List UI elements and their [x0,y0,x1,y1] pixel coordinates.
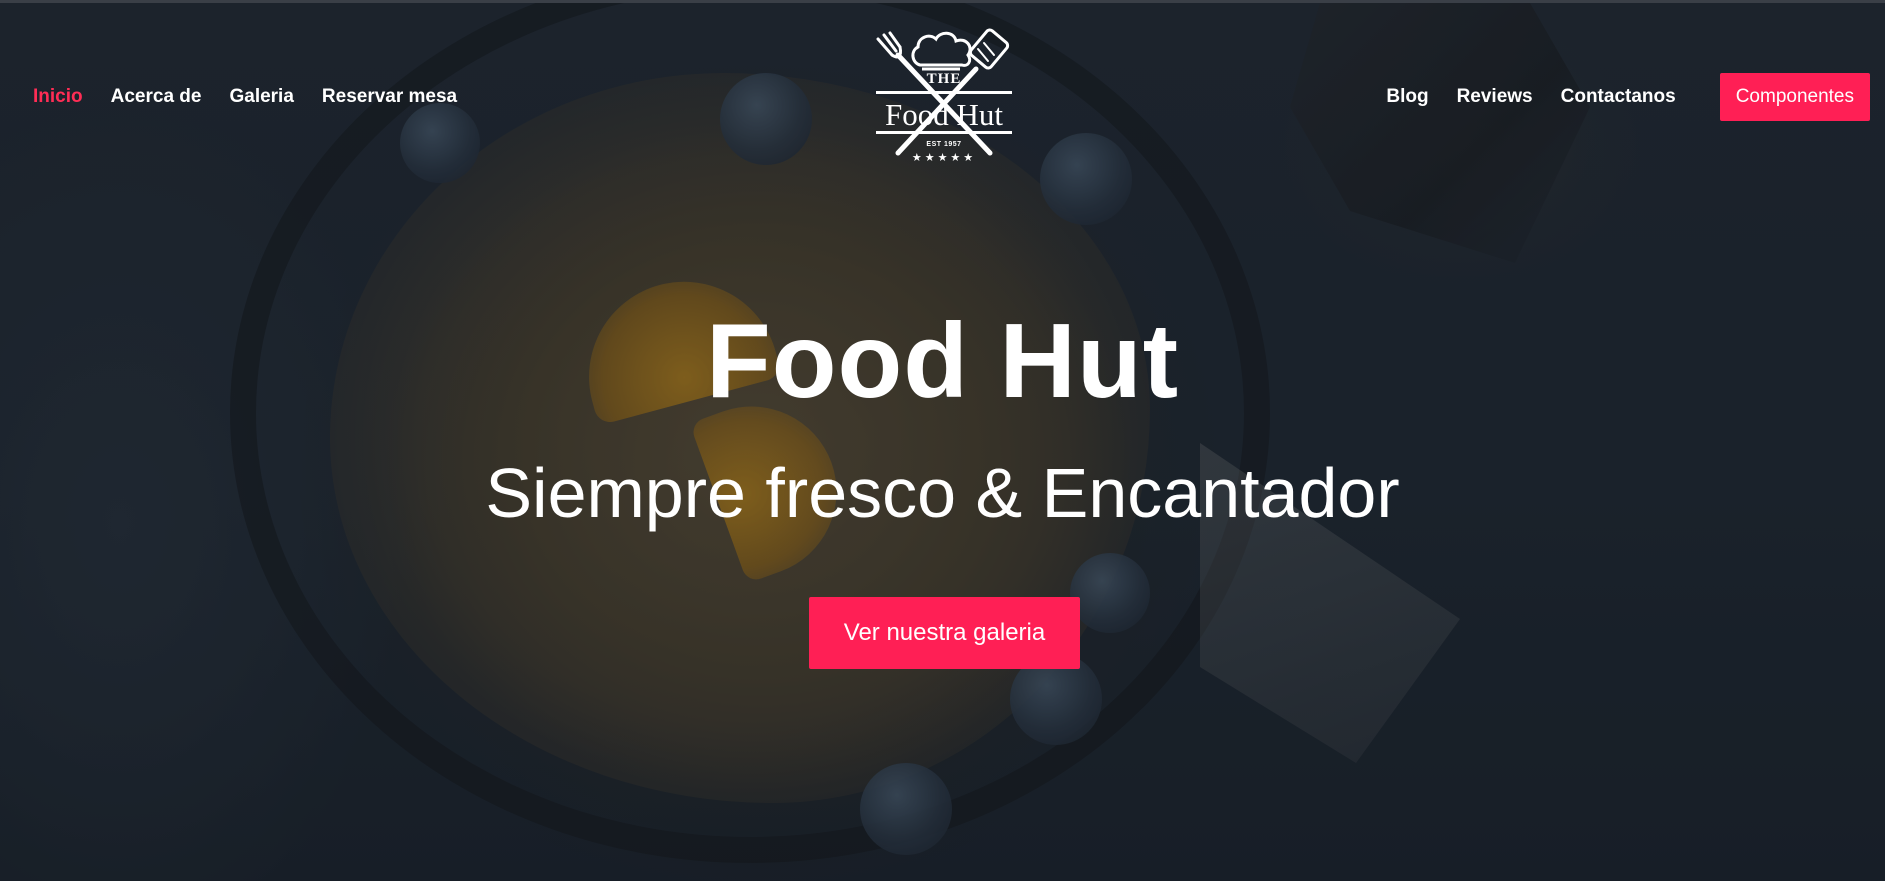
nav-link-reservar-mesa[interactable]: Reservar mesa [322,86,457,108]
nav-link-reviews[interactable]: Reviews [1457,86,1533,108]
spatula-icon [895,28,1010,156]
hero-title: Food Hut [705,302,1180,420]
nav-link-acerca-de[interactable]: Acerca de [111,86,202,108]
view-gallery-button[interactable]: Ver nuestra galeria [809,597,1080,669]
nav-right-group: Blog Reviews Contactanos Componentes [1386,67,1870,127]
logo-est-text: EST 1957 [926,141,962,148]
hero-subtitle: Siempre fresco & Encantador [485,454,1400,532]
logo-stars-icon: ★★★★★ [911,151,977,164]
logo-the-text: THE [926,71,962,87]
nav-link-galeria[interactable]: Galeria [229,86,293,108]
nav-link-inicio[interactable]: Inicio [33,86,83,108]
chef-hat-icon [911,31,972,71]
nav-link-contactanos[interactable]: Contactanos [1561,86,1676,108]
logo-name-text: Food Hut [885,97,1003,132]
nav-link-blog[interactable]: Blog [1386,86,1428,108]
hero-section: Inicio Acerca de Galeria Reservar mesa B… [0,0,1885,881]
nav-left-group: Inicio Acerca de Galeria Reservar mesa [33,67,485,127]
components-button[interactable]: Componentes [1719,73,1870,121]
site-logo[interactable]: THE Food Hut EST 1957 ★★★★★ [872,25,1016,165]
